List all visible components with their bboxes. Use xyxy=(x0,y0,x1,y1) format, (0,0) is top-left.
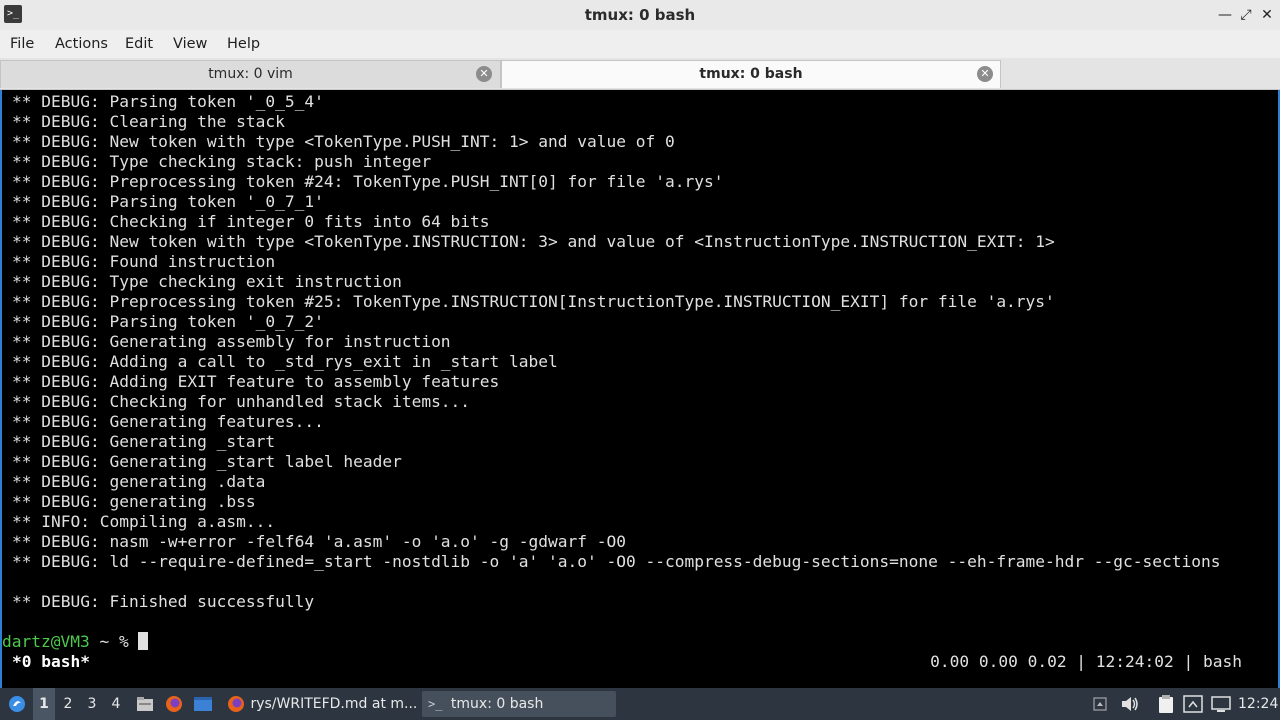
tab-tmux-bash[interactable]: tmux: 0 bash ✕ xyxy=(501,60,1001,88)
terminal-line: ** DEBUG: Parsing token '_0_7_1' xyxy=(12,192,324,211)
volume-icon[interactable] xyxy=(1118,688,1142,720)
app-menu-icon[interactable] xyxy=(4,688,30,720)
desktop-4[interactable]: 4 xyxy=(105,688,127,720)
tab-tmux-vim[interactable]: tmux: 0 vim ✕ xyxy=(0,60,501,88)
window-title: tmux: 0 bash xyxy=(584,6,696,24)
terminal-line: ** DEBUG: Generating features... xyxy=(12,412,324,431)
tab-label: tmux: 0 vim xyxy=(208,66,293,82)
terminal-line: ** DEBUG: Found instruction xyxy=(12,252,276,271)
prompt-path: ~ % xyxy=(89,632,139,651)
terminal-line: ** DEBUG: generating .data xyxy=(12,472,266,491)
text-cursor xyxy=(138,632,149,650)
tmux-right-status: 0.00 0.00 0.02 | 12:24:02 | bash xyxy=(930,652,1242,671)
restore-icon[interactable]: ⤢ xyxy=(1236,4,1256,26)
terminal-line: ** DEBUG: Generating _start xyxy=(12,432,276,451)
clipboard-icon[interactable] xyxy=(1155,688,1177,720)
tmux-window-status: *0 bash* xyxy=(12,652,90,671)
terminal-icon: >_ xyxy=(428,697,443,711)
task-firefox-window[interactable]: rys/WRITEFD.md at m... xyxy=(222,691,418,717)
terminal-line: ** DEBUG: Parsing token '_0_5_4' xyxy=(12,92,324,111)
menu-bar: File Actions Edit View Help xyxy=(0,30,1280,58)
terminal-line: ** DEBUG: Preprocessing token #24: Token… xyxy=(12,172,724,191)
desktop-2[interactable]: 2 xyxy=(57,688,79,720)
tab-label: tmux: 0 bash xyxy=(699,66,803,82)
tab-close-icon[interactable]: ✕ xyxy=(977,66,993,82)
clock[interactable]: 12:24 xyxy=(1238,688,1278,720)
close-icon[interactable]: ✕ xyxy=(1257,4,1277,26)
taskbar: 1 2 3 4 rys/WRITEFD.md at m... >_ tmux: … xyxy=(0,688,1280,720)
terminal-line: ** DEBUG: Adding a call to _std_rys_exit… xyxy=(12,352,558,371)
firefox-icon xyxy=(228,696,244,712)
terminal-line: ** DEBUG: Finished successfully xyxy=(12,592,315,611)
terminal-view[interactable]: ** DEBUG: Parsing token '_0_5_4' ** DEBUG… xyxy=(0,90,1280,688)
terminal-line: ** DEBUG: Generating assembly for instru… xyxy=(12,332,451,351)
terminal-line: ** INFO: Compiling a.asm... xyxy=(12,512,276,531)
tab-bar: tmux: 0 vim ✕ tmux: 0 bash ✕ xyxy=(0,58,1280,90)
terminal-line: ** DEBUG: Adding EXIT feature to assembl… xyxy=(12,372,500,391)
show-desktop-icon[interactable] xyxy=(192,688,214,720)
terminal-line: ** DEBUG: Checking for unhandled stack i… xyxy=(12,392,471,411)
terminal-line: ** DEBUG: Type checking exit instruction xyxy=(12,272,402,291)
task-label: tmux: 0 bash xyxy=(450,696,544,712)
terminal-line: ** DEBUG: Generating _start label header xyxy=(12,452,402,471)
window-titlebar[interactable]: >_ tmux: 0 bash — ⤢ ✕ xyxy=(0,0,1280,31)
menu-actions[interactable]: Actions xyxy=(55,30,108,58)
tray-expand-icon[interactable] xyxy=(1090,688,1110,720)
file-manager-icon[interactable] xyxy=(134,688,156,720)
menu-file[interactable]: File xyxy=(10,30,34,58)
terminal-line: ** DEBUG: New token with type <TokenType… xyxy=(12,132,675,151)
terminal-line: ** DEBUG: generating .bss xyxy=(12,492,256,511)
menu-view[interactable]: View xyxy=(173,30,207,58)
terminal-line: ** DEBUG: Parsing token '_0_7_2' xyxy=(12,312,324,331)
menu-edit[interactable]: Edit xyxy=(125,30,153,58)
task-terminal-window[interactable]: >_ tmux: 0 bash xyxy=(422,691,616,717)
shell-prompt[interactable]: dartz@VM3 ~ % xyxy=(2,632,149,652)
network-icon[interactable] xyxy=(1181,688,1205,720)
terminal-output: ** DEBUG: Parsing token '_0_5_4' ** DEBUG… xyxy=(12,92,1220,612)
tab-close-icon[interactable]: ✕ xyxy=(476,66,492,82)
terminal-line: ** DEBUG: New token with type <TokenType… xyxy=(12,232,1055,251)
terminal-line: ** DEBUG: nasm -w+error -felf64 'a.asm' … xyxy=(12,532,626,551)
terminal-line: ** DEBUG: Checking if integer 0 fits int… xyxy=(12,212,490,231)
task-label: rys/WRITEFD.md at m... xyxy=(250,696,418,712)
terminal-line: ** DEBUG: Preprocessing token #25: Token… xyxy=(12,292,1055,311)
prompt-user: dartz@VM3 xyxy=(2,632,90,651)
terminal-line: ** DEBUG: Clearing the stack xyxy=(12,112,285,131)
screen-icon[interactable] xyxy=(1209,688,1233,720)
desktop-1[interactable]: 1 xyxy=(33,688,55,720)
terminal-line: ** DEBUG: ld --require-defined=_start -n… xyxy=(12,552,1221,571)
firefox-launcher-icon[interactable] xyxy=(163,688,185,720)
minimize-icon[interactable]: — xyxy=(1215,4,1235,26)
desktop-3[interactable]: 3 xyxy=(81,688,103,720)
terminal-line: ** DEBUG: Type checking stack: push inte… xyxy=(12,152,432,171)
menu-help[interactable]: Help xyxy=(227,30,260,58)
